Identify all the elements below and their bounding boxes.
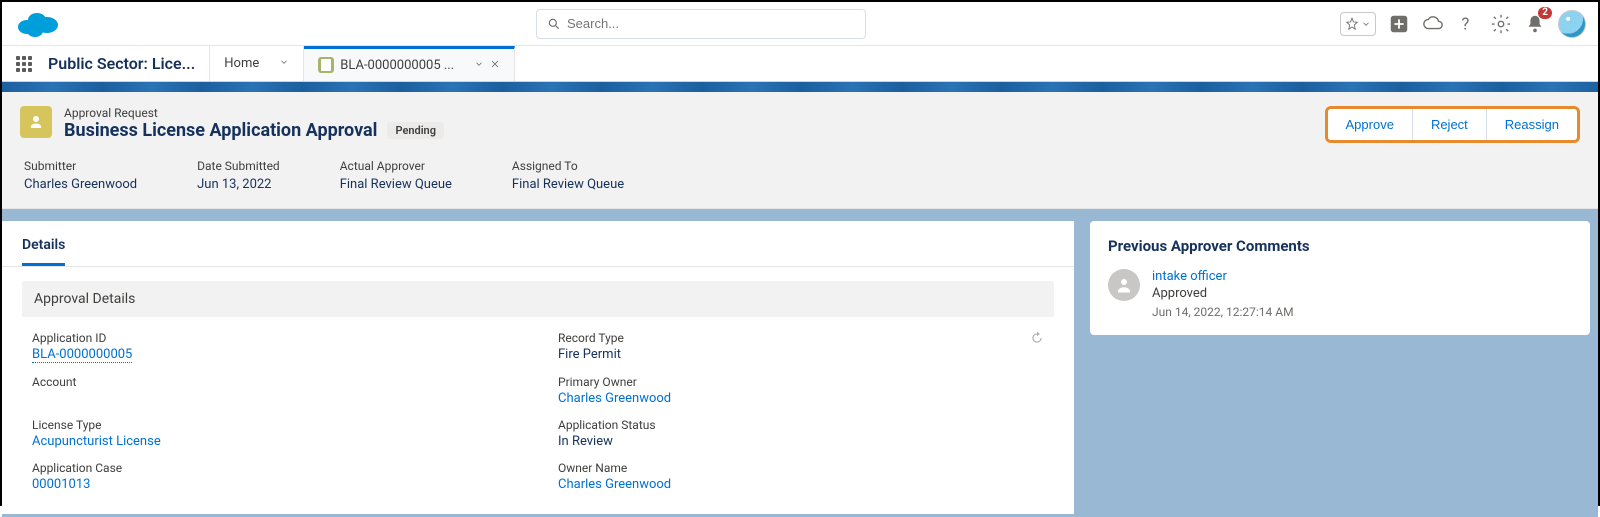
field-label: Record Type (558, 331, 1044, 345)
field-label: Application ID (32, 331, 518, 345)
waffle-icon (16, 56, 32, 72)
star-icon (1345, 17, 1359, 31)
summary-label: Submitter (24, 159, 137, 173)
refresh-icon (1030, 331, 1044, 345)
nav-tab-home[interactable]: Home (210, 46, 304, 81)
summary-label: Date Submitted (197, 159, 280, 173)
summary-row: Submitter Charles Greenwood Date Submitt… (20, 143, 1580, 202)
header-actions: ? 2 (1340, 10, 1586, 38)
commenter-avatar (1108, 269, 1140, 301)
person-icon (1115, 276, 1133, 294)
cloud-icon (1422, 13, 1444, 35)
owner-name-link[interactable]: Charles Greenwood (558, 477, 671, 492)
status-badge: Pending (387, 122, 444, 139)
decorative-band (2, 82, 1598, 92)
record-eyebrow: Approval Request (64, 106, 1325, 120)
tab-details[interactable]: Details (22, 233, 65, 266)
close-tab-button[interactable] (490, 58, 500, 73)
record-title: Business License Application Approval (64, 120, 377, 141)
svg-text:?: ? (1462, 15, 1470, 34)
summary-label: Assigned To (512, 159, 624, 173)
chevron-down-icon[interactable] (474, 58, 484, 73)
global-search[interactable] (536, 9, 866, 39)
section-header: Approval Details (22, 281, 1054, 317)
favorites-menu[interactable] (1340, 12, 1376, 36)
comment-timestamp: Jun 14, 2022, 12:27:14 AM (1152, 305, 1294, 319)
action-button-group: Approve Reject Reassign (1325, 106, 1580, 143)
license-type-link[interactable]: Acupuncturist License (32, 434, 161, 449)
app-nav-bar: Public Sector: Lice... Home BLA-00000000… (2, 46, 1598, 82)
details-panel: Details Approval Details Application ID … (2, 221, 1074, 514)
app-name: Public Sector: Lice... (46, 46, 210, 81)
search-input[interactable] (567, 16, 855, 31)
approve-button[interactable]: Approve (1328, 109, 1412, 140)
gear-icon (1490, 13, 1512, 35)
chevron-down-icon (1361, 17, 1371, 31)
comment-item: intake officer Approved Jun 14, 2022, 12… (1108, 269, 1572, 319)
summary-value: Final Review Queue (512, 177, 624, 192)
content-area: Details Approval Details Application ID … (2, 221, 1598, 517)
comments-panel: Previous Approver Comments intake office… (1090, 221, 1590, 335)
field-label: Primary Owner (558, 375, 1044, 389)
setup-button[interactable] (1490, 13, 1512, 35)
field-label: Owner Name (558, 461, 1044, 475)
field-value: In Review (558, 434, 1044, 449)
field-value: Fire Permit (558, 347, 1044, 362)
nav-tab-label: Home (224, 56, 259, 71)
user-avatar[interactable] (1558, 10, 1586, 38)
chevron-down-icon[interactable] (279, 56, 289, 71)
decorative-band (2, 209, 1598, 221)
nav-tab-record[interactable]: BLA-0000000005 ... (304, 46, 515, 81)
nav-tab-label: BLA-0000000005 ... (340, 58, 454, 73)
summary-label: Actual Approver (340, 159, 452, 173)
field-label: Application Status (558, 418, 1044, 432)
record-type-icon (318, 57, 334, 73)
approval-icon (20, 106, 52, 138)
field-label: Account (32, 375, 518, 389)
salesforce-help[interactable] (1422, 13, 1444, 35)
reject-button[interactable]: Reject (1412, 109, 1486, 140)
refresh-button[interactable] (1030, 331, 1044, 349)
application-id-link[interactable]: BLA-0000000005 (32, 347, 132, 363)
summary-value: Charles Greenwood (24, 177, 137, 192)
plus-icon (1388, 13, 1410, 35)
question-icon: ? (1456, 13, 1478, 35)
reassign-button[interactable]: Reassign (1486, 109, 1577, 140)
search-icon (547, 17, 561, 31)
field-label: License Type (32, 418, 518, 432)
summary-value: Final Review Queue (340, 177, 452, 192)
page-header: Approval Request Business License Applic… (2, 92, 1598, 209)
notifications-button[interactable]: 2 (1524, 13, 1546, 35)
primary-owner-link[interactable]: Charles Greenwood (558, 391, 671, 406)
app-launcher[interactable] (2, 46, 46, 81)
summary-value: Jun 13, 2022 (197, 177, 280, 192)
salesforce-logo[interactable] (14, 7, 62, 41)
notification-badge: 2 (1538, 7, 1552, 19)
close-icon (490, 59, 500, 69)
commenter-name-link[interactable]: intake officer (1152, 269, 1294, 284)
global-header: ? 2 (2, 2, 1598, 46)
add-button[interactable] (1388, 13, 1410, 35)
application-case-link[interactable]: 00001013 (32, 477, 90, 492)
comments-title: Previous Approver Comments (1108, 237, 1572, 255)
field-label: Application Case (32, 461, 518, 475)
help-button[interactable]: ? (1456, 13, 1478, 35)
comment-status: Approved (1152, 286, 1294, 301)
tabset: Details (2, 233, 1074, 267)
